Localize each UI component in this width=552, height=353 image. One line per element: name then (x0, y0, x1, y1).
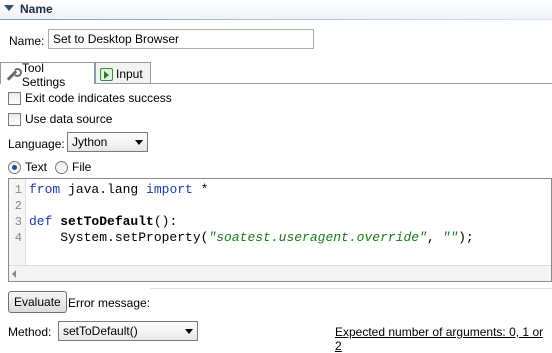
line-number: 1 (14, 183, 22, 197)
code-text: , (426, 230, 443, 245)
language-select[interactable]: Jython (67, 132, 148, 152)
data-source-checkbox[interactable] (8, 112, 21, 126)
keyword: import (146, 182, 193, 197)
keyword: def (29, 214, 53, 229)
chevron-down-icon (185, 328, 193, 334)
text-radio-label: Text (25, 160, 48, 174)
exit-code-checkbox[interactable] (8, 91, 21, 105)
data-source-label: Use data source (25, 112, 113, 126)
tab-tool-settings-label: Tool Settings (21, 60, 66, 89)
file-radio-label: File (72, 160, 92, 174)
method-select-value: setToDefault() (63, 324, 138, 338)
exit-code-option[interactable]: Exit code indicates success (8, 91, 172, 105)
wrench-icon (5, 67, 22, 82)
keyword: from (29, 182, 61, 197)
section-divider (0, 19, 552, 20)
method-select[interactable]: setToDefault() (58, 321, 198, 341)
line-number: 4 (14, 231, 22, 245)
code-text: * (192, 182, 209, 197)
language-label: Language: (8, 137, 65, 151)
tab-input-label: Input (116, 67, 143, 81)
method-label: Method: (8, 325, 52, 339)
code-line-4[interactable]: System.setProperty("soatest.useragent.ov… (29, 230, 474, 245)
string-literal: "" (442, 230, 459, 245)
tab-input[interactable]: Input (95, 62, 151, 83)
scroll-left-arrow-icon[interactable] (12, 270, 16, 278)
file-option[interactable]: File (55, 160, 91, 174)
language-select-value: Jython (72, 135, 108, 149)
collapse-triangle-icon[interactable] (4, 5, 14, 11)
tab-tool-settings[interactable]: Tool Settings (0, 61, 95, 89)
section-title: Name (20, 2, 53, 16)
script-editor[interactable]: 1 2 3 4 from java.lang import * def setT… (8, 178, 552, 282)
line-number: 2 (14, 199, 22, 213)
error-message-label: Error message: (68, 296, 151, 310)
name-input[interactable] (48, 29, 314, 49)
horizontal-scrollbar[interactable] (9, 265, 551, 281)
string-literal: "soatest.useragent.override" (208, 230, 427, 245)
text-radio[interactable] (8, 160, 21, 174)
code-text: (): (153, 214, 178, 229)
expected-arguments-link[interactable]: Expected number of arguments: 0, 1 or 2 (335, 325, 552, 353)
line-number-gutter: 1 2 3 4 (9, 179, 26, 269)
code-line-3[interactable]: def setToDefault(): (29, 214, 177, 229)
code-text: ); (458, 230, 474, 245)
input-icon (100, 67, 113, 81)
code-text: System.setProperty( (29, 230, 209, 245)
line-number: 3 (14, 215, 22, 229)
tab-bar: Tool Settings Input (0, 61, 552, 89)
chevron-down-icon (135, 139, 143, 145)
name-label: Name: (9, 34, 45, 48)
data-source-option[interactable]: Use data source (8, 112, 112, 126)
file-radio[interactable] (55, 160, 68, 174)
evaluate-divider (150, 288, 552, 289)
code-line-1[interactable]: from java.lang import * (29, 182, 208, 197)
text-option[interactable]: Text (8, 160, 47, 174)
evaluate-button[interactable]: Evaluate (8, 291, 67, 313)
exit-code-label: Exit code indicates success (25, 91, 172, 105)
name-section-header[interactable]: Name (0, 0, 552, 20)
code-text: java.lang (60, 182, 147, 197)
function-name: setToDefault (60, 214, 154, 229)
